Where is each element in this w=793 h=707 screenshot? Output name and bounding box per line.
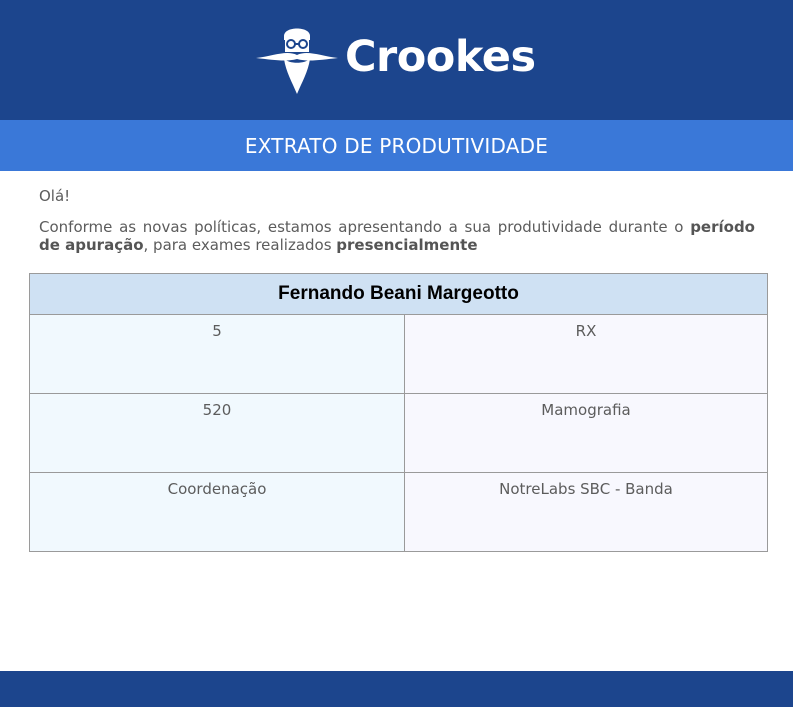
table-header-row: Fernando Beani Margeotto [29, 273, 768, 315]
intro-section: Olá! Conforme as novas políticas, estamo… [39, 187, 755, 254]
email-page: Crookes EXTRATO DE PRODUTIVIDADE Olá! Co… [0, 0, 793, 707]
message-text: Conforme as novas políticas, estamos apr… [39, 218, 691, 236]
greeting-text: Olá! [39, 187, 71, 205]
table-cell-role: Coordenação [29, 472, 405, 552]
table-cell-modality: RX [404, 314, 768, 394]
brand-name: Crookes [345, 32, 536, 82]
table-cell-modality: Mamografia [404, 393, 768, 473]
page-title: EXTRATO DE PRODUTIVIDADE [0, 120, 793, 171]
table-cell-count: 5 [29, 314, 405, 394]
table-row: Coordenação NotreLabs SBC - Banda [29, 472, 768, 552]
table-cell-unit: NotreLabs SBC - Banda [404, 472, 768, 552]
productivity-table: Fernando Beani Margeotto 5 RX 520 Mamogr… [29, 273, 768, 552]
professional-name: Fernando Beani Margeotto [29, 273, 768, 315]
header-banner: Crookes [0, 0, 793, 120]
intro-message: Conforme as novas políticas, estamos apr… [39, 218, 755, 254]
message-bold-presence: presencialmente [336, 236, 478, 254]
footer-banner [0, 671, 793, 707]
message-text: , para exames realizados [143, 236, 337, 254]
table-row: 520 Mamografia [29, 393, 768, 473]
brand-logo: Crookes [254, 22, 536, 96]
table-row: 5 RX [29, 314, 768, 394]
table-cell-count: 520 [29, 393, 405, 473]
wizard-face-icon [256, 28, 338, 94]
